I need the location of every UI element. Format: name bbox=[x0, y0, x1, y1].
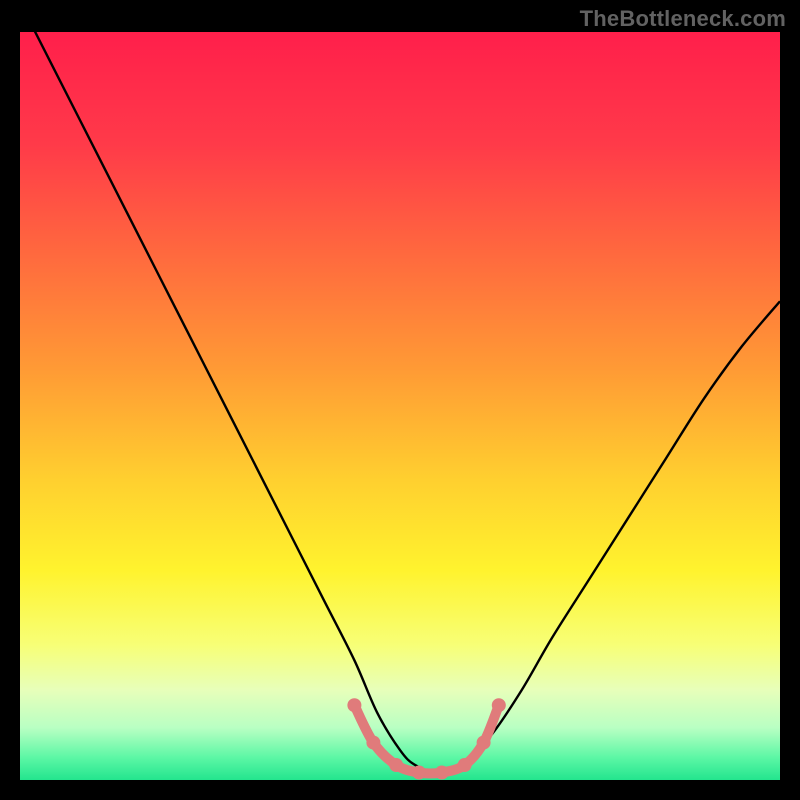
highlight-dot bbox=[412, 766, 426, 780]
gradient-background bbox=[20, 32, 780, 780]
plot-area bbox=[20, 32, 780, 780]
highlight-dot bbox=[492, 698, 506, 712]
watermark-text: TheBottleneck.com bbox=[580, 6, 786, 32]
highlight-dot bbox=[435, 766, 449, 780]
highlight-dot bbox=[458, 758, 472, 772]
highlight-dot bbox=[389, 758, 403, 772]
bottleneck-chart bbox=[20, 32, 780, 780]
chart-frame: TheBottleneck.com bbox=[0, 0, 800, 800]
highlight-dot bbox=[366, 736, 380, 750]
highlight-dot bbox=[347, 698, 361, 712]
highlight-dot bbox=[477, 736, 491, 750]
